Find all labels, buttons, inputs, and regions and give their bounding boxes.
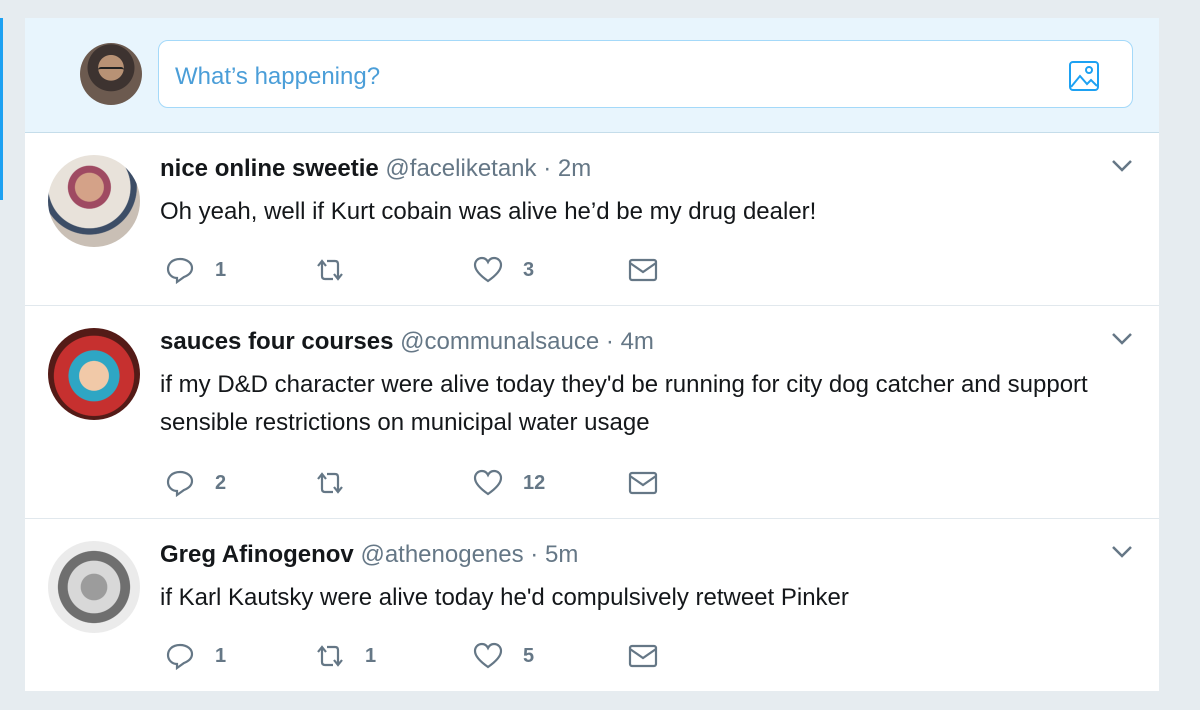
envelope-icon [628,258,658,282]
like-count: 3 [523,258,535,281]
reply-icon [166,643,194,670]
heart-icon [473,256,503,283]
retweet-icon [317,259,343,281]
timeline: What’s happening? nice online sweetie @f… [25,18,1159,691]
retweet-button[interactable]: 1 [315,641,376,671]
retweet-icon [317,472,343,494]
reply-count: 1 [215,258,227,281]
compose-input[interactable]: What’s happening? [158,40,1133,108]
author-handle[interactable]: @athenogenes [360,541,523,568]
compose-placeholder: What’s happening? [175,63,381,90]
separator: · [530,541,539,568]
author-handle[interactable]: @faceliketank [385,155,536,182]
retweet-count: 1 [365,644,377,667]
retweet-button[interactable] [315,468,365,498]
tweet-text: Oh yeah, well if Kurt cobain was alive h… [160,198,817,225]
tweet-actions: 1 1 5 [160,641,760,671]
avatar[interactable] [48,541,140,633]
left-gap [0,430,3,450]
image-icon[interactable] [1068,60,1100,92]
reply-icon [166,470,194,497]
author-name[interactable]: sauces four courses [160,328,393,355]
chevron-down-icon[interactable] [1111,332,1133,346]
heart-icon [473,469,503,496]
timestamp[interactable]: 4m [621,328,654,355]
timestamp[interactable]: 2m [558,155,591,182]
tweet-actions: 1 3 [160,255,760,285]
tweet-actions: 2 12 [160,468,760,498]
tweet-header: sauces four courses @communalsauce · 4m [160,328,654,356]
avatar[interactable] [48,155,140,247]
retweet-button[interactable] [315,255,365,285]
heart-icon [473,642,503,669]
author-name[interactable]: Greg Afinogenov [160,541,354,568]
tweet-composer: What’s happening? [25,18,1159,133]
chevron-down-icon[interactable] [1111,545,1133,559]
retweet-icon [317,645,343,667]
like-button[interactable]: 3 [473,255,534,285]
tweet[interactable]: sauces four courses @communalsauce · 4m … [25,306,1159,519]
chevron-down-icon[interactable] [1111,159,1133,173]
reply-count: 2 [215,471,227,494]
author-handle[interactable]: @communalsauce [400,328,599,355]
timestamp[interactable]: 5m [545,541,578,568]
reply-icon [166,257,194,284]
tweet-header: Greg Afinogenov @athenogenes · 5m [160,541,578,569]
avatar[interactable] [48,328,140,420]
like-button[interactable]: 12 [473,468,545,498]
reply-count: 1 [215,644,227,667]
composer-avatar[interactable] [80,43,142,105]
tweet-text: if my D&D character were alive today the… [160,371,1088,436]
author-name[interactable]: nice online sweetie [160,155,379,182]
separator: · [543,155,552,182]
left-accent-bar [0,18,3,200]
envelope-icon [628,644,658,668]
like-button[interactable]: 5 [473,641,534,671]
tweet-header: nice online sweetie @faceliketank · 2m [160,155,591,183]
dm-button[interactable] [628,641,658,671]
reply-button[interactable]: 2 [165,468,226,498]
dm-button[interactable] [628,468,658,498]
reply-button[interactable]: 1 [165,641,226,671]
envelope-icon [628,471,658,495]
tweet-text: if Karl Kautsky were alive today he'd co… [160,584,849,611]
tweet[interactable]: nice online sweetie @faceliketank · 2m O… [25,133,1159,306]
dm-button[interactable] [628,255,658,285]
like-count: 12 [523,471,546,494]
like-count: 5 [523,644,535,667]
separator: · [605,328,614,355]
tweet[interactable]: Greg Afinogenov @athenogenes · 5m if Kar… [25,519,1159,691]
reply-button[interactable]: 1 [165,255,226,285]
